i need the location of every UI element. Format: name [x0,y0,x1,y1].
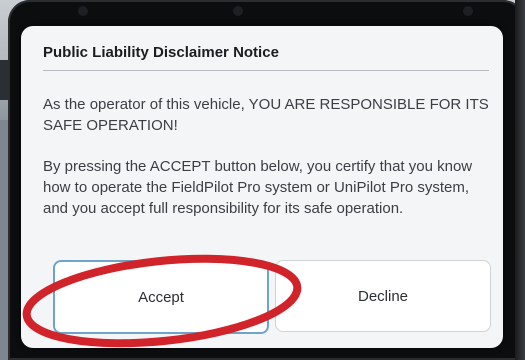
responsibility-warning: As the operator of this vehicle, YOU ARE… [43,96,489,134]
device-edge [515,0,525,360]
frame-screw [78,6,88,16]
accept-button-label: Accept [138,288,184,306]
disclaimer-dialog: Public Liability Disclaimer Notice As th… [21,26,503,348]
title-divider [43,70,489,71]
decline-button-label: Decline [357,287,409,305]
dialog-title: Public Liability Disclaimer Notice [43,44,279,61]
certification-text: By pressing the ACCEPT button below, you… [43,158,473,217]
frame-screw [463,6,473,16]
decline-button[interactable]: Decline [275,260,491,332]
frame-screw [233,6,243,16]
accept-button[interactable]: Accept [53,260,269,334]
